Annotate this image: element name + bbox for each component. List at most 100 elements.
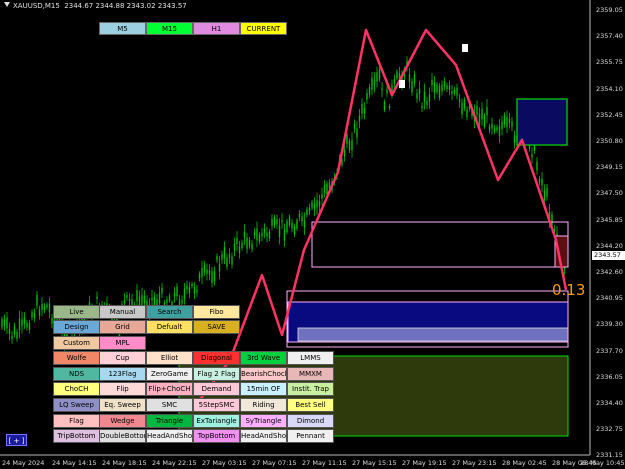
timeframe-current-button[interactable]: CURRENT [240, 22, 287, 35]
candle-body [498, 125, 501, 137]
pattern-button-smc[interactable]: SMC [146, 398, 193, 412]
candle-body [381, 88, 383, 91]
pattern-button-doublebottom[interactable]: DoubleBottom [99, 429, 146, 443]
price-tick-label: 2357.40 [596, 32, 623, 41]
pattern-button-5stepsmc[interactable]: 5StepSMC [193, 398, 240, 412]
price-tick-label: 2340.95 [596, 294, 623, 303]
pattern-button-123flag[interactable]: 123Flag [99, 367, 146, 381]
candle-body [426, 100, 428, 106]
candle-body [208, 270, 211, 275]
pattern-button-flag[interactable]: Flag [53, 414, 100, 428]
candle-body [221, 254, 223, 260]
candle-body [301, 216, 303, 222]
pattern-button-bearishchoch[interactable]: BearishChoch [240, 367, 287, 381]
candle-body [313, 204, 316, 210]
pattern-button-dimond[interactable]: Dimond [287, 414, 334, 428]
pattern-button-lmms[interactable]: LMMS [287, 351, 334, 365]
candle-body [418, 88, 421, 94]
pattern-button-pennant[interactable]: Pennant [287, 429, 334, 443]
pattern-button-elliot[interactable]: Elliot [146, 351, 193, 365]
pattern-zigzag-line [195, 28, 568, 406]
candle-body [261, 232, 263, 237]
pattern-button-zerogame[interactable]: ZeroGame [146, 367, 193, 381]
pattern-button-topbottom[interactable]: TopBottom [193, 429, 240, 443]
candle-body [303, 220, 306, 228]
candle-body [31, 312, 33, 318]
pattern-button-wedge[interactable]: Wedge [99, 414, 146, 428]
timeframe-h1-button[interactable]: H1 [193, 22, 240, 35]
pattern-button-flip-choch[interactable]: Flip+ChoCH [146, 382, 193, 396]
pattern-button-riding[interactable]: Riding [240, 398, 287, 412]
candle-body [413, 74, 416, 84]
pattern-button-design[interactable]: Design [53, 320, 100, 334]
pattern-button-nds[interactable]: NDS [53, 367, 100, 381]
pattern-button-15min-of[interactable]: 15min OF [240, 382, 287, 396]
price-tick-label: 2342.60 [596, 268, 623, 276]
candle-body [288, 216, 291, 225]
pattern-button-cup[interactable]: Cup [99, 351, 146, 365]
candle-body [546, 187, 548, 197]
pattern-button-mpl[interactable]: MPL [99, 336, 146, 350]
pattern-button-save[interactable]: SAVE [193, 320, 240, 334]
candle-body [226, 257, 228, 267]
candle-body [13, 325, 16, 335]
candle-body [291, 222, 293, 229]
pattern-button-sytriangle[interactable]: SyTriangle [240, 414, 287, 428]
candle-body [123, 300, 126, 304]
candle-body [223, 247, 226, 259]
candle-body [8, 329, 11, 334]
candle-body [321, 194, 323, 199]
candle-body [23, 317, 26, 324]
pattern-button-fibo[interactable]: Fibo [193, 305, 240, 319]
pattern-button-wolfe[interactable]: Wolfe [53, 351, 100, 365]
candle-body [341, 160, 343, 166]
pattern-button-flip[interactable]: Flip [99, 382, 146, 396]
candle-body [28, 323, 31, 330]
pattern-button-mmxm[interactable]: MMXM [287, 367, 334, 381]
pattern-button-instit-trap[interactable]: Instit. Trap [287, 382, 334, 396]
candle-body [256, 228, 258, 241]
pattern-button-custom[interactable]: Custom [53, 336, 100, 350]
timeframe-m15-button[interactable]: M15 [146, 22, 193, 35]
candle-body [253, 232, 256, 235]
pattern-button-headandshould[interactable]: HeadAndShould [240, 429, 287, 443]
pattern-button-manual[interactable]: Manual [99, 305, 146, 319]
target-zone-box [516, 98, 568, 146]
candle-body [491, 123, 493, 129]
pattern-button-triangle[interactable]: Triangle [146, 414, 193, 428]
candle-body [486, 107, 488, 116]
pattern-button-diagonal[interactable]: Diagonal [193, 351, 240, 365]
candle-body [306, 209, 308, 215]
pattern-button-lq-sweep[interactable]: LQ Sweep [53, 398, 100, 412]
pattern-button-tripbottom[interactable]: TripBottom [53, 429, 100, 443]
pattern-button-extariangle[interactable]: ExTariangle [193, 414, 240, 428]
candle-body [258, 234, 261, 242]
candle-body [273, 217, 276, 226]
pattern-button-live[interactable]: Live [53, 305, 100, 319]
candle-body [346, 133, 348, 144]
candle-body [508, 118, 511, 123]
pattern-button-headandshould[interactable]: HeadAndShould [146, 429, 193, 443]
candle-body [421, 106, 423, 109]
pattern-button-best-sell[interactable]: Best Sell [287, 398, 334, 412]
candle-body [453, 89, 456, 93]
pattern-button-defualt[interactable]: Defualt [146, 320, 193, 334]
pattern-button-grid[interactable]: Grid [99, 320, 146, 334]
candle-body [488, 126, 491, 131]
timeframe-m5-button[interactable]: M5 [99, 22, 146, 35]
candle-body [363, 107, 366, 114]
candle-body [443, 81, 446, 87]
overlay-value: 0.13 [552, 281, 586, 299]
time-tick-label: 27 May 03:15 [202, 459, 247, 467]
candle-body [266, 232, 268, 237]
candle-body [531, 154, 533, 157]
candle-body [298, 214, 301, 218]
price-tick-label: 2349.15 [596, 163, 623, 172]
pattern-button-eq-sweep[interactable]: Eq. Sweep [99, 398, 146, 412]
expand-button[interactable]: [ + ] [6, 434, 27, 446]
pattern-button-search[interactable]: Search [146, 305, 193, 319]
pattern-button-3rd-wave[interactable]: 3rd Wave [240, 351, 287, 365]
pattern-button-choch[interactable]: ChoCH [53, 382, 100, 396]
pattern-button-flag-2-flag[interactable]: Flag 2 Flag [193, 367, 240, 381]
pattern-button-demand[interactable]: Demand [193, 382, 240, 396]
